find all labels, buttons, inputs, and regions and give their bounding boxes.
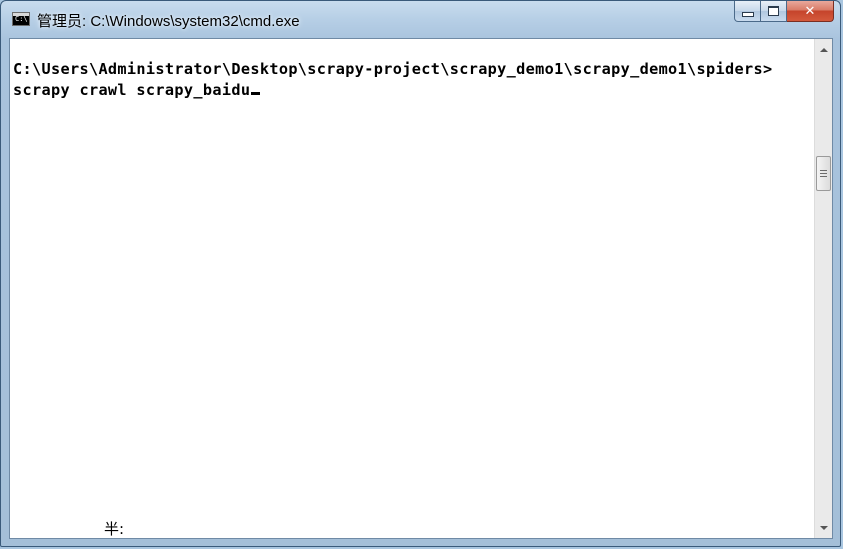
scroll-thumb[interactable] <box>816 156 831 191</box>
cmd-icon[interactable]: C:\ <box>12 12 30 26</box>
vertical-scrollbar[interactable] <box>814 39 832 538</box>
cmd-window: C:\ 管理员: C:\Windows\system32\cmd.exe ✕ C… <box>0 0 841 547</box>
title-bar[interactable]: C:\ 管理员: C:\Windows\system32\cmd.exe ✕ <box>1 1 840 37</box>
minimize-button[interactable] <box>734 1 761 22</box>
text-cursor <box>251 92 261 95</box>
scroll-up-button[interactable] <box>815 41 832 58</box>
close-icon: ✕ <box>804 3 816 19</box>
scroll-down-arrow-icon <box>819 525 828 530</box>
minimize-icon <box>741 11 754 17</box>
ime-status: 半: <box>104 520 125 538</box>
grip-line <box>820 170 827 171</box>
command-line[interactable]: scrapy crawl scrapy_baidu <box>13 81 261 99</box>
window-title: 管理员: C:\Windows\system32\cmd.exe <box>37 13 300 30</box>
maximize-button[interactable] <box>761 1 787 22</box>
maximize-icon <box>768 6 779 16</box>
scroll-down-button[interactable] <box>815 519 832 536</box>
console-output[interactable]: C:\Users\Administrator\Desktop\scrapy-pr… <box>10 39 814 538</box>
prompt-line: C:\Users\Administrator\Desktop\scrapy-pr… <box>13 60 773 78</box>
command-text: scrapy crawl scrapy_baidu <box>13 81 251 99</box>
scroll-up-arrow-icon <box>819 47 828 52</box>
grip-line <box>820 173 827 174</box>
console-client-area: C:\Users\Administrator\Desktop\scrapy-pr… <box>9 38 833 539</box>
grip-line <box>820 176 827 177</box>
caption-buttons: ✕ <box>734 1 834 23</box>
close-button[interactable]: ✕ <box>787 1 834 22</box>
